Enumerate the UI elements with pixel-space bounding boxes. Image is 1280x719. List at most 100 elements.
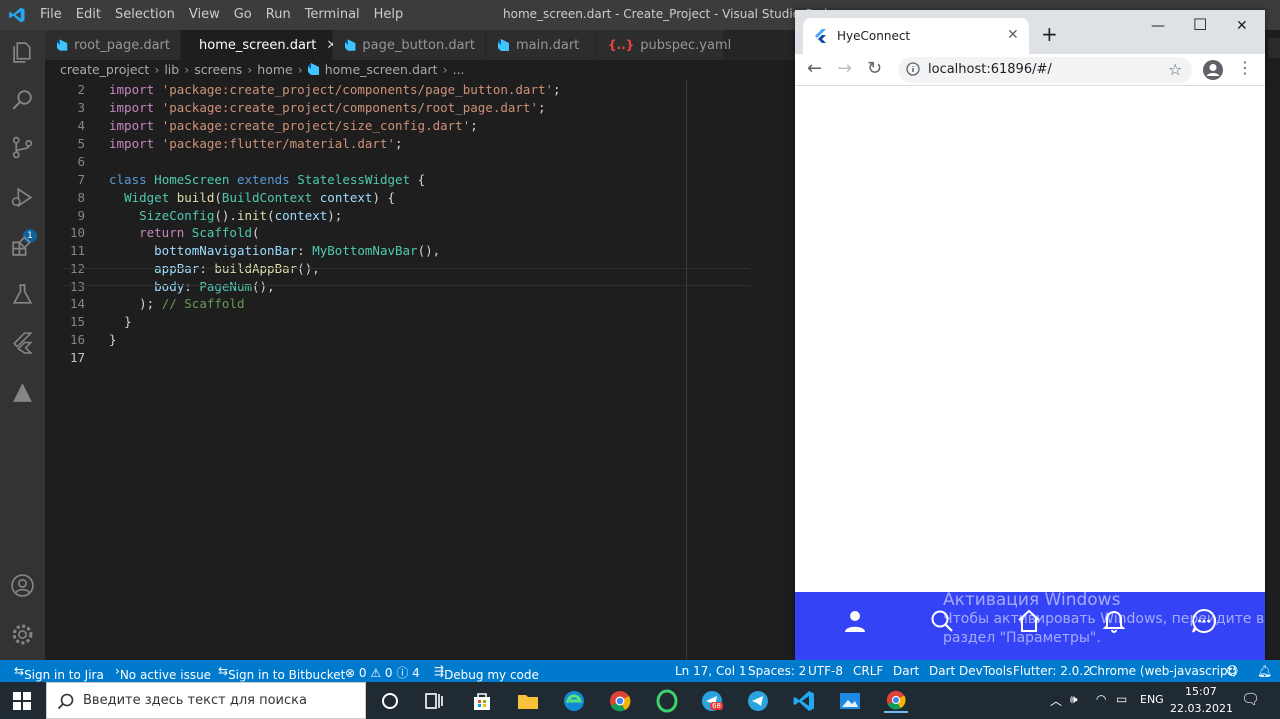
language-indicator[interactable]: ENG <box>1140 693 1164 706</box>
status-encoding[interactable]: UTF-8 <box>808 664 843 678</box>
menu-file[interactable]: File <box>40 7 62 22</box>
feedback-icon[interactable]: ☺ <box>1226 664 1239 678</box>
line-number: 16 <box>69 332 85 347</box>
run-debug-icon[interactable] <box>10 185 35 210</box>
store-icon[interactable] <box>470 689 494 713</box>
status-device[interactable]: Chrome (web-javascript) <box>1089 664 1237 678</box>
file-explorer-icon[interactable] <box>516 689 540 713</box>
code-line: } <box>109 332 117 347</box>
wifi-icon[interactable]: ◠ <box>1096 692 1106 706</box>
dart-icon <box>345 38 356 51</box>
menu-edit[interactable]: Edit <box>76 7 101 22</box>
opera-icon[interactable] <box>655 689 679 713</box>
status-devtools[interactable]: Dart DevTools <box>929 664 1012 678</box>
close-window-button[interactable]: ✕ <box>1236 18 1248 34</box>
code-line: class HomeScreen extends StatelessWidget… <box>109 172 426 187</box>
breadcrumb-item[interactable]: lib <box>164 62 179 77</box>
window-title: home_screen.dart - Create_Project - Visu… <box>503 7 835 21</box>
accounts-icon[interactable] <box>10 573 35 598</box>
atlassian-icon[interactable] <box>10 380 35 405</box>
chevron-up-icon[interactable]: ︿ <box>1050 692 1062 709</box>
tab-home-screen[interactable]: home_screen.dart ✕ <box>181 30 337 60</box>
chrome-icon[interactable] <box>608 689 632 713</box>
status-bitbucket[interactable]: ⇆ Sign in to Bitbucket <box>218 664 345 682</box>
testing-icon[interactable] <box>10 282 35 307</box>
person-icon[interactable] <box>842 608 868 634</box>
profile-icon[interactable] <box>1202 59 1224 81</box>
clock-time[interactable]: 15:07 <box>1185 685 1217 698</box>
code-line: import 'package:create_project/component… <box>109 100 546 115</box>
status-language[interactable]: Dart <box>893 664 919 678</box>
code-line: bottomNavigationBar: MyBottomNavBar(), <box>154 243 441 258</box>
windows-taskbar: Введите здесь текст для поиска 68 ︿ 🕪︎ ◠… <box>0 682 1280 719</box>
tab-pubspec[interactable]: {..} pubspec.yaml <box>596 30 731 60</box>
kebab-menu-icon[interactable]: ⋮ <box>1237 58 1253 77</box>
breadcrumb: create_project › lib › screens › home › home… <box>60 62 465 77</box>
task-view-icon[interactable] <box>422 689 446 713</box>
code-editor[interactable]: 2 3 4 5 6 7 8 9 10 11 12 13 14 15 16 17 … <box>45 80 795 660</box>
line-number: 17 <box>69 350 85 365</box>
close-tab-icon[interactable]: ✕ <box>1007 27 1019 43</box>
status-problems[interactable]: ⊗ 0 ⚠ 0 ⓘ 4 <box>345 664 420 681</box>
menu-selection[interactable]: Selection <box>115 7 175 22</box>
forward-arrow-icon[interactable]: → <box>837 58 852 79</box>
editor-scrollbar[interactable] <box>1268 38 1280 58</box>
telegram-icon[interactable] <box>746 689 770 713</box>
status-debug[interactable]: ⇶ Debug my code <box>434 664 539 682</box>
cortana-icon[interactable] <box>378 689 402 713</box>
breadcrumb-item[interactable]: screens <box>194 62 242 77</box>
menu-run[interactable]: Run <box>266 7 291 22</box>
photos-icon[interactable] <box>838 689 862 713</box>
explorer-icon[interactable] <box>10 40 35 65</box>
menu-help[interactable]: Help <box>374 7 404 22</box>
new-tab-button[interactable]: + <box>1041 22 1058 46</box>
breadcrumb-item[interactable]: ... <box>453 62 465 77</box>
status-eol[interactable]: CRLF <box>853 664 883 678</box>
code-line: return Scaffold( <box>139 225 260 240</box>
tab-page-button[interactable]: page_button.dart <box>333 30 486 60</box>
line-number: 2 <box>77 82 85 97</box>
flutter-icon[interactable] <box>10 330 35 355</box>
tab-root-page[interactable]: root_page.dart <box>45 30 181 60</box>
minimize-button[interactable]: — <box>1151 18 1165 34</box>
menu-go[interactable]: Go <box>234 7 252 22</box>
notifications-bell-icon[interactable]: 🔔︎ <box>1257 664 1272 678</box>
dart-icon <box>57 38 68 51</box>
chrome-active-icon[interactable] <box>884 689 908 713</box>
windows-start-icon[interactable] <box>13 692 31 710</box>
breadcrumb-item[interactable]: home <box>257 62 292 77</box>
bookmark-star-icon[interactable]: ☆ <box>1168 60 1182 79</box>
status-position[interactable]: Ln 17, Col 1 <box>675 664 747 678</box>
vscode-icon[interactable] <box>792 689 816 713</box>
maximize-button[interactable]: ☐ <box>1193 15 1207 34</box>
breadcrumb-item[interactable]: create_project <box>60 62 149 77</box>
taskbar-search[interactable]: Введите здесь текст для поиска <box>46 682 366 719</box>
tab-main[interactable]: main.dart <box>486 30 596 60</box>
action-center-icon[interactable]: 🗨︎ <box>1241 690 1260 708</box>
extensions-icon[interactable] <box>10 233 35 258</box>
status-spaces[interactable]: Spaces: 2 <box>748 664 806 678</box>
volume-icon[interactable]: 🕪︎ <box>1070 692 1078 707</box>
line-number: 15 <box>69 314 85 329</box>
yaml-icon: {..} <box>608 38 635 52</box>
clock-date[interactable]: 22.03.2021 <box>1170 702 1233 715</box>
reload-icon[interactable]: ↻ <box>867 58 882 79</box>
telegram-icon[interactable]: 68 <box>700 689 724 713</box>
status-jira[interactable]: ⇆ Sign in to Jira <box>14 664 104 682</box>
status-issue[interactable]: › No active issue <box>115 664 211 682</box>
address-bar[interactable]: localhost:61896/#/ ☆ <box>898 57 1192 83</box>
edge-icon[interactable] <box>562 689 586 713</box>
settings-gear-icon[interactable] <box>10 622 35 647</box>
search-icon[interactable] <box>10 87 35 112</box>
menu-terminal[interactable]: Terminal <box>305 7 360 22</box>
status-flutter[interactable]: Flutter: 2.0.2 <box>1013 664 1091 678</box>
chrome-tab[interactable]: HyeConnect ✕ <box>803 18 1029 54</box>
breadcrumb-item[interactable]: home_screen.dart <box>325 62 438 77</box>
battery-icon[interactable]: ▭ <box>1116 692 1127 706</box>
menu-view[interactable]: View <box>189 7 220 22</box>
source-control-icon[interactable] <box>10 135 35 160</box>
line-number: 6 <box>77 154 85 169</box>
flutter-favicon-icon <box>815 29 826 43</box>
back-arrow-icon[interactable]: ← <box>807 58 822 79</box>
info-icon[interactable] <box>906 62 920 76</box>
